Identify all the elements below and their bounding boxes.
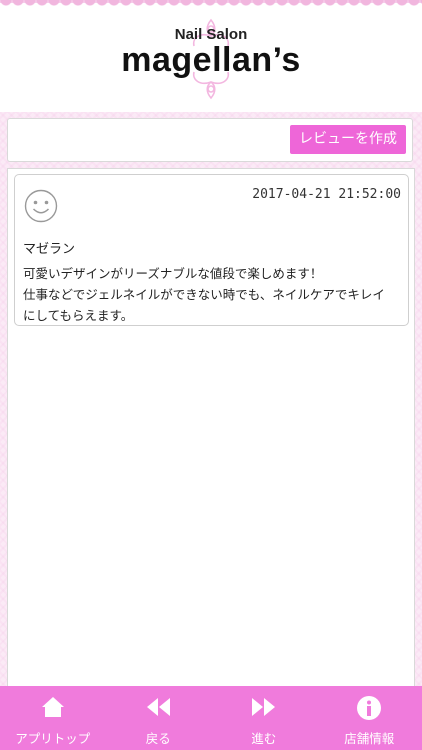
tab-label: 進む xyxy=(251,731,277,746)
review-card: 2017-04-21 21:52:00 マゼラン 可愛いデザインがリーズナブルな… xyxy=(14,174,409,326)
review-line: 可愛いデザインがリーズナブルな値段で楽しめます！ xyxy=(23,266,323,281)
rewind-icon xyxy=(147,698,171,716)
tab-label: 店舗情報 xyxy=(344,731,395,746)
review-list: 2017-04-21 21:52:00 マゼラン 可愛いデザインがリーズナブルな… xyxy=(7,168,415,690)
tab-store-info[interactable]: 店舗情報 xyxy=(317,686,422,750)
tab-label: アプリトップ xyxy=(15,731,91,746)
fast-forward-icon xyxy=(251,698,275,716)
review-line: にしてもらえます。 xyxy=(23,308,134,323)
lace-border xyxy=(0,0,422,12)
review-date: 2017-04-21 21:52:00 xyxy=(252,187,401,202)
smiley-face-icon xyxy=(24,189,58,223)
tab-forward[interactable]: 進む xyxy=(211,686,317,750)
tab-back[interactable]: 戻る xyxy=(106,686,212,750)
review-line: 仕事などでジェルネイルができない時でも、ネイルケアでキレイ xyxy=(23,287,385,302)
review-toolbar: レビューを作成 xyxy=(7,118,413,162)
tab-label: 戻る xyxy=(145,731,171,746)
tab-app-top[interactable]: アプリトップ xyxy=(0,686,106,750)
bottom-tab-bar: アプリトップ 戻る 進む 店舗情報 xyxy=(0,686,422,750)
review-author: マゼラン xyxy=(23,242,76,257)
info-icon xyxy=(357,696,382,720)
brand-title: magellan’s xyxy=(121,41,301,79)
app-header: Nail Salon magellan’s xyxy=(0,0,422,112)
home-icon xyxy=(41,697,64,717)
review-body: 可愛いデザインがリーズナブルな値段で楽しめます！ 仕事などでジェルネイルができな… xyxy=(23,263,405,326)
create-review-button[interactable]: レビューを作成 xyxy=(290,125,406,154)
